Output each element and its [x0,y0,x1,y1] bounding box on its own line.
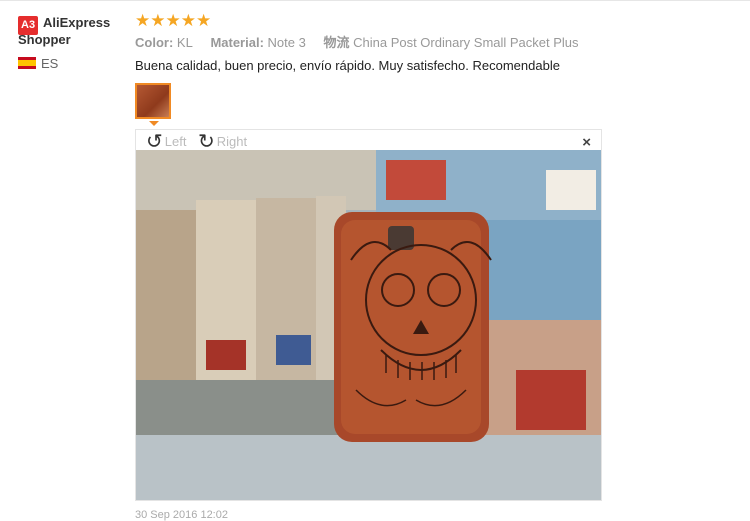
shipping-value: China Post Ordinary Small Packet Plus [353,35,579,50]
rotate-right-label: Right [216,134,248,149]
phone-case-photo-image [136,150,601,500]
star-rating: ★★★★★ [135,11,212,30]
reviewer-country: ES [18,56,58,71]
close-viewer-button[interactable]: × [582,134,591,151]
rotate-left-button[interactable]: ↺ Left [146,132,186,152]
review-content: ★★★★★ Color: KL Material: Note 3 物流 Chin… [135,12,735,75]
rotate-left-label: Left [164,134,187,149]
top-divider [0,0,750,1]
photo-viewer: ↺ Left ↻ Right × [135,129,602,501]
review-photo-thumbnail[interactable] [135,83,171,119]
level-badge: A3 [18,16,39,35]
thumbnail-pointer [149,121,159,126]
shipping-label: 物流 [323,35,350,50]
reviewer-name: A3 AliExpress Shopper [18,14,128,48]
rotate-right-button[interactable]: ↻ Right [198,132,247,152]
review-date: 30 Sep 2016 12:02 [135,509,228,521]
color-label: Color: [135,35,174,50]
review-photo[interactable] [136,150,601,500]
spain-flag-icon [18,57,36,69]
country-code: ES [41,56,59,71]
order-properties: Color: KL Material: Note 3 物流 China Post… [135,34,735,52]
material-value: Note 3 [267,35,306,50]
color-value: KL [176,35,193,50]
material-label: Material: [210,35,264,50]
review-text: Buena calidad, buen precio, envío rápido… [135,58,560,73]
